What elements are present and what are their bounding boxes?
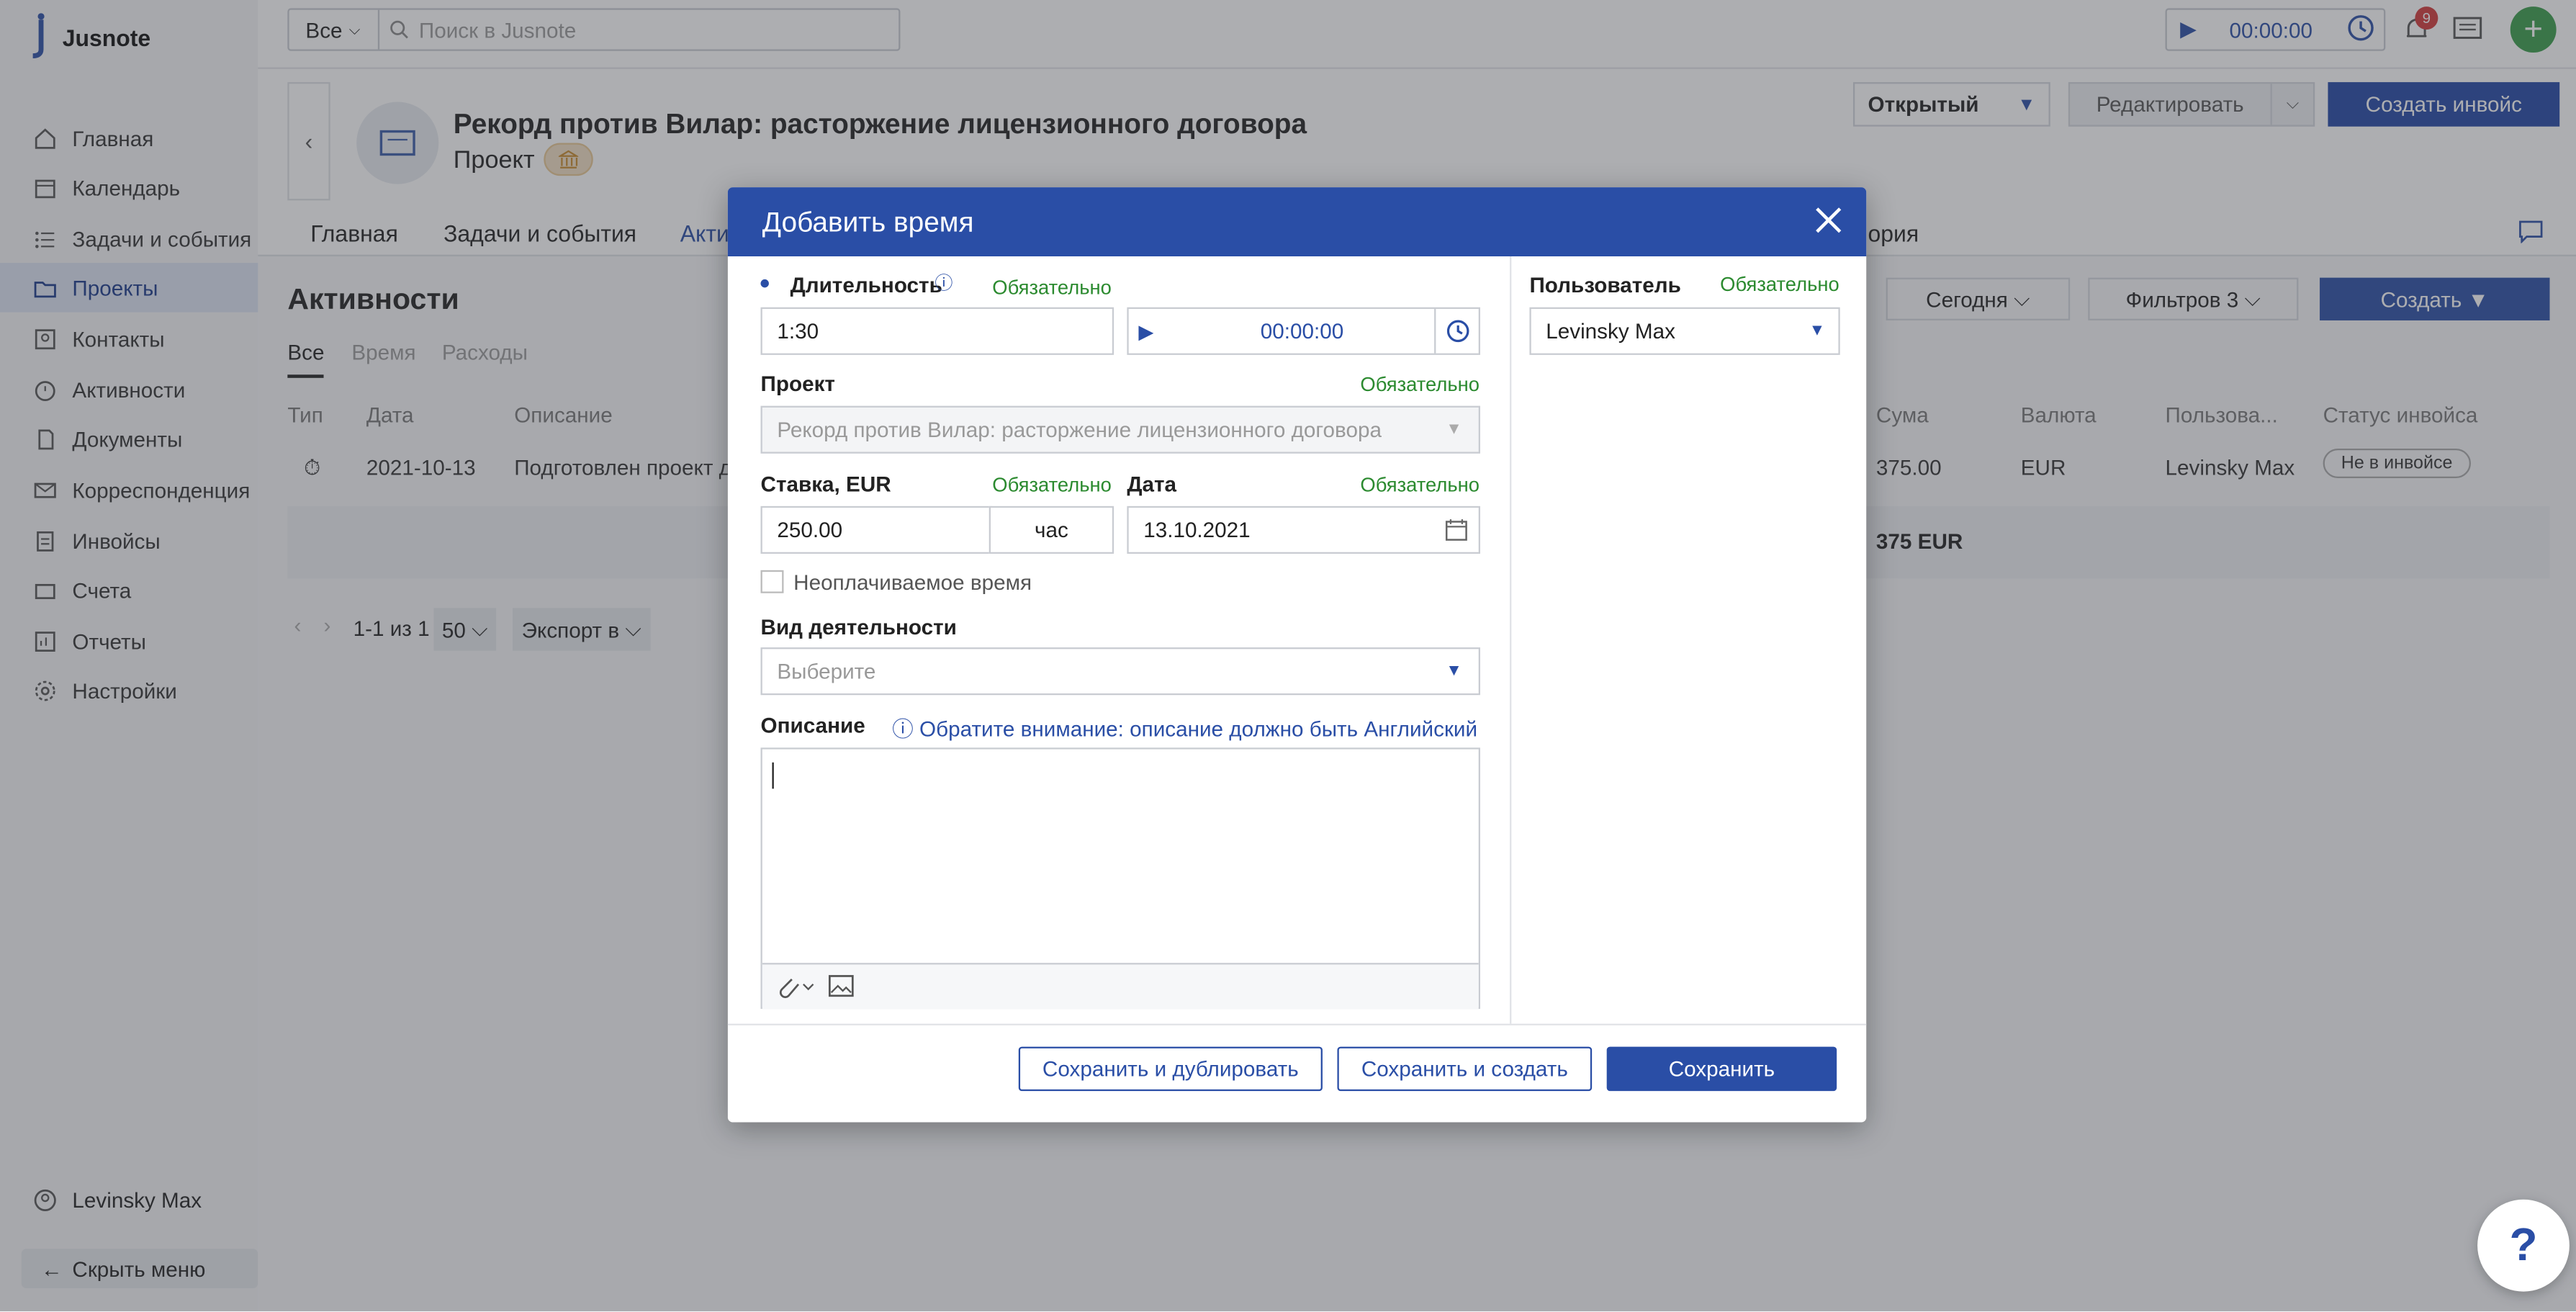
rate-unit[interactable]: час	[988, 506, 1114, 554]
activity-type-placeholder: Выберите	[777, 659, 876, 684]
rate-input[interactable]: 250.00	[760, 506, 993, 554]
save-duplicate-button[interactable]: Сохранить и дублировать	[1018, 1046, 1323, 1092]
caret-down-icon: ▼	[1809, 322, 1826, 341]
editor-toolbar	[762, 963, 1479, 1010]
selected-dot	[760, 279, 769, 288]
help-button[interactable]: ?	[2477, 1199, 2570, 1292]
add-time-modal: Добавить время Длительность ⓘ Обязательн…	[727, 187, 1867, 1123]
info-icon: ⓘ	[892, 716, 914, 742]
calendar-icon[interactable]	[1444, 518, 1469, 542]
project-required: Обязательно	[1360, 372, 1480, 396]
date-required: Обязательно	[1360, 473, 1480, 497]
description-note: ⓘ Обратите внимание: описание должно быт…	[892, 711, 1477, 742]
unpaid-label: Неоплачиваемое время	[793, 570, 1032, 596]
description-note-text: Обратите внимание: описание должно быть …	[919, 716, 1478, 742]
rate-label: Ставка, EUR	[760, 471, 891, 497]
duration-required: Обязательно	[992, 276, 1112, 300]
description-label: Описание	[760, 713, 865, 738]
play-icon[interactable]: ▶	[1138, 320, 1153, 343]
date-label: Дата	[1127, 471, 1177, 497]
rate-required: Обязательно	[992, 473, 1112, 497]
user-select-value: Levinsky Max	[1546, 318, 1675, 343]
duration-input[interactable]: 1:30	[760, 307, 1114, 355]
user-label: Пользователь	[1529, 272, 1681, 298]
activity-type-select[interactable]: Выберите ▼	[760, 647, 1480, 696]
user-select[interactable]: Levinsky Max ▼	[1529, 307, 1840, 355]
date-input[interactable]: 13.10.2021	[1127, 506, 1480, 554]
activity-type-label: Вид деятельности	[760, 614, 957, 639]
close-icon[interactable]	[1814, 205, 1843, 235]
duration-timer: ▶ 00:00:00	[1127, 307, 1480, 355]
timer-value: 00:00:00	[1260, 318, 1344, 343]
modal-title: Добавить время	[762, 207, 974, 238]
modal-footer-divider	[727, 1023, 1867, 1025]
history-icon[interactable]	[1434, 308, 1479, 354]
image-icon[interactable]	[828, 974, 855, 1005]
description-editor[interactable]	[760, 747, 1480, 1010]
modal-header: Добавить время	[727, 187, 1867, 256]
caret-down-icon: ▼	[1446, 662, 1462, 680]
project-select-value: Рекорд против Вилар: расторжение лицензи…	[777, 417, 1382, 442]
attachment-icon[interactable]	[775, 973, 815, 1007]
save-button[interactable]: Сохранить	[1606, 1046, 1837, 1092]
duration-label: Длительность	[790, 272, 942, 298]
text-cursor	[772, 762, 774, 789]
project-label: Проект	[760, 371, 835, 396]
caret-down-icon: ▼	[1446, 421, 1462, 439]
unpaid-checkbox[interactable]	[760, 570, 784, 593]
help-circle-icon[interactable]: ⓘ	[935, 269, 953, 296]
project-select: Рекорд против Вилар: расторжение лицензи…	[760, 405, 1480, 454]
date-value: 13.10.2021	[1143, 517, 1251, 543]
save-create-button[interactable]: Сохранить и создать	[1337, 1046, 1593, 1092]
user-required: Обязательно	[1720, 272, 1839, 296]
app-root: Jusnote Главная Календарь Задачи и событ…	[0, 0, 2576, 1311]
modal-column-divider	[1510, 256, 1512, 1024]
